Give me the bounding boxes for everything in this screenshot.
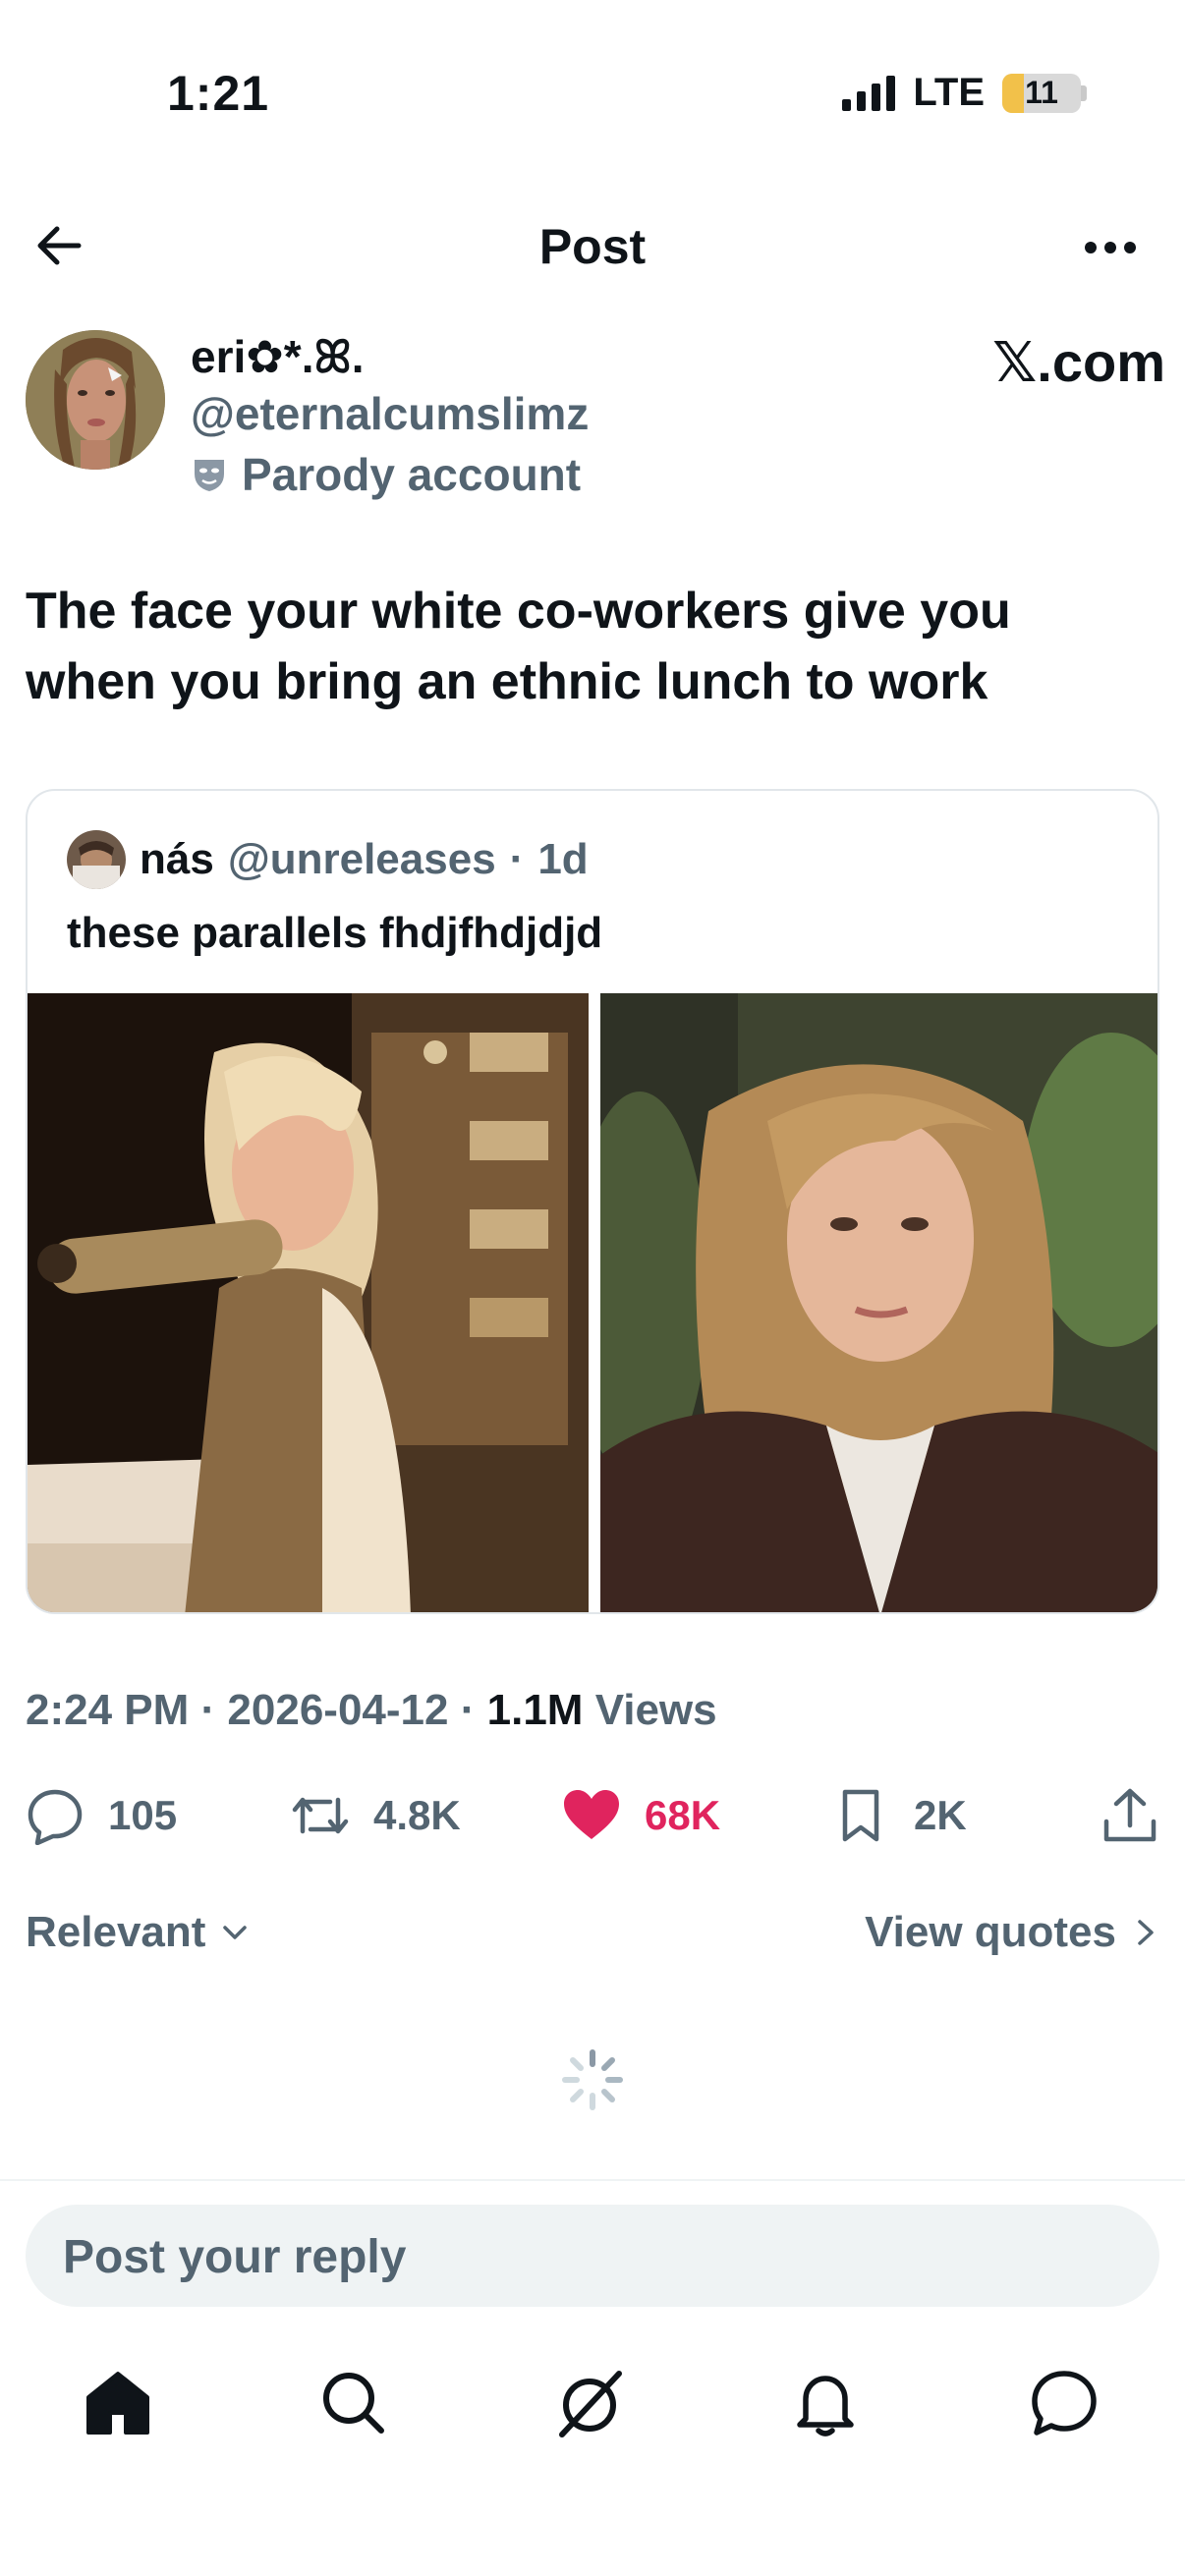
view-quotes-label: View quotes [865, 1908, 1116, 1956]
post-text: The face your white co-workers give you … [26, 583, 1011, 710]
bookmark-button[interactable]: 2K [831, 1776, 967, 1855]
share-button[interactable] [1100, 1776, 1159, 1855]
battery-icon: 11 [1002, 73, 1087, 113]
sort-dropdown[interactable]: Relevant [26, 1908, 251, 1957]
chevron-down-icon [223, 1926, 248, 1939]
reply-button[interactable]: 105 [26, 1776, 177, 1855]
battery-level: 11 [1025, 75, 1058, 110]
status-indicators: LTE 11 [842, 71, 1087, 115]
grok-icon[interactable] [550, 2364, 629, 2442]
quoted-image-left[interactable] [28, 993, 589, 1612]
like-button[interactable]: 68K [562, 1776, 720, 1855]
notifications-icon[interactable] [786, 2364, 865, 2442]
views-label: Views [594, 1686, 717, 1734]
post-actions: 105 4.8K 68K 2K [26, 1776, 1161, 1855]
heart-icon [564, 1790, 619, 1839]
author-handle[interactable]: @eternalcumslimz [191, 387, 589, 440]
repost-button[interactable]: 4.8K [291, 1776, 461, 1855]
messages-icon[interactable] [1025, 2364, 1103, 2442]
parody-label-text: Parody account [242, 449, 582, 500]
like-count: 68K [645, 1792, 721, 1838]
quoted-post[interactable]: nás @unreleases · 1d these parallels fhd… [26, 789, 1159, 1614]
bottom-tab-bar [0, 2354, 1185, 2452]
search-icon[interactable] [314, 2364, 393, 2442]
divider [0, 2179, 1185, 2181]
quoted-age: 1d [537, 835, 589, 883]
quoted-media [28, 993, 1157, 1612]
signal-icon [842, 75, 896, 111]
quoted-handle[interactable]: @unreleases [228, 835, 496, 884]
loading-spinner-icon [562, 2049, 623, 2110]
views-count: 1.1M [486, 1686, 584, 1734]
page-title: Post [538, 219, 647, 274]
home-icon[interactable] [79, 2364, 157, 2442]
reply-icon [28, 1789, 83, 1845]
quoted-name[interactable]: nás [140, 835, 214, 884]
post-date: 2026-04-12 [227, 1686, 449, 1734]
quoted-avatar[interactable] [67, 830, 126, 889]
status-bar: 1:21 LTE 11 [0, 0, 1185, 196]
more-options-icon[interactable] [1079, 220, 1142, 275]
quoted-image-right[interactable] [600, 993, 1157, 1612]
repost-icon [292, 1797, 349, 1834]
post-meta: 2:24 PM · 2026-04-12 · 1.1M Views [26, 1686, 717, 1735]
chevron-right-icon [1138, 1920, 1154, 1945]
status-time: 1:21 [167, 66, 270, 121]
mask-icon [195, 460, 224, 491]
repost-count: 4.8K [373, 1792, 461, 1838]
author-avatar[interactable] [26, 330, 165, 470]
bookmark-count: 2K [914, 1792, 967, 1838]
post-author: eri✿*.ꕤ. @eternalcumslimz Parody account… [26, 330, 1165, 507]
parody-label: Parody account [191, 448, 581, 501]
quoted-text: these parallels fhdjfhdjdjd [67, 909, 603, 957]
author-name[interactable]: eri✿*.ꕤ. [191, 330, 365, 385]
network-label: LTE [913, 71, 985, 114]
sort-label: Relevant [26, 1908, 206, 1956]
dot-separator: · [460, 1686, 487, 1734]
reply-placeholder: Post your reply [63, 2231, 407, 2283]
dot-separator: · [200, 1686, 228, 1734]
reply-sort-row: Relevant View quotes [26, 1908, 1159, 1967]
quoted-post-header: nás @unreleases · 1d [67, 830, 589, 889]
share-icon [1103, 1788, 1157, 1842]
reply-input[interactable]: Post your reply [26, 2205, 1159, 2307]
source-label: 𝕏.com [992, 331, 1165, 393]
view-quotes-link[interactable]: View quotes [865, 1908, 1159, 1957]
post-header: Post [0, 196, 1185, 299]
dot-separator: · [509, 835, 525, 883]
reply-count: 105 [108, 1792, 178, 1838]
post-time: 2:24 PM [26, 1686, 190, 1734]
bookmark-icon [842, 1789, 879, 1842]
